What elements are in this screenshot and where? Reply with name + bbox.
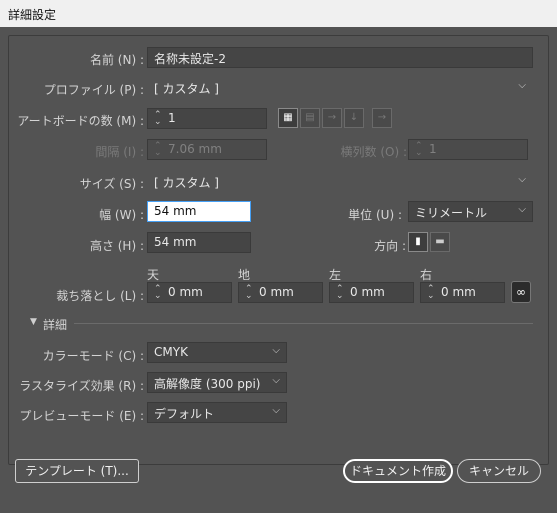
color-mode-value: CMYK [154,345,188,359]
preview-mode-value: デフォルト [154,407,215,421]
raster-effects-value: 高解像度 (300 ppi) [154,377,261,391]
artboards-field[interactable]: ⌃ ⌄ 1 [147,108,267,129]
section-divider [74,323,533,324]
templates-button[interactable]: テンプレート (T)... [15,459,139,483]
orientation-label: 方向 : [374,239,406,253]
grid-by-row-icon[interactable]: ▦ [278,108,298,128]
bleed-bottom-label: 地 [238,268,251,282]
name-label: 名前 (N) : [89,53,144,67]
spinner-arrows-icon: ⌃ ⌄ [415,140,423,158]
spinner-arrows-icon: ⌃ ⌄ [154,140,162,158]
chevron-down-icon: ⌵ [518,174,526,185]
height-field[interactable]: 54 mm [147,232,251,253]
spacing-field: ⌃ ⌄ 7.06 mm [147,139,267,160]
advanced-header[interactable]: 詳細 [43,316,67,333]
preview-mode-select[interactable]: デフォルト ⌵ [147,402,287,423]
arrange-by-column-icon[interactable]: ↓ [344,108,364,128]
profile-select[interactable]: [ カスタム ] ⌵ [147,77,533,98]
portrait-icon[interactable]: ▮ [408,232,428,252]
chevron-down-icon: ⌵ [272,375,280,386]
spacing-label: 間隔 (I) : [95,145,144,159]
create-document-button[interactable]: ドキュメント作成 [343,459,453,483]
chevron-down-icon: ⌵ [272,405,280,416]
chevron-down-icon: ⌵ [518,80,526,91]
cancel-button[interactable]: キャンセル [457,459,541,483]
window-title: 詳細設定 [0,0,557,27]
grid-by-column-icon[interactable]: ▤ [300,108,320,128]
disclosure-triangle-icon[interactable]: ▼ [30,317,37,327]
height-label: 高さ (H) : [89,239,144,253]
chevron-down-icon: ⌵ [272,345,280,356]
settings-panel: 名前 (N) : 名称未設定-2 プロファイル (P) : [ カスタム ] ⌵… [0,27,557,513]
columns-field: ⌃ ⌄ 1 [408,139,528,160]
color-mode-label: カラーモード (C) : [42,349,144,363]
artboards-label: アートボードの数 (M) : [17,114,144,128]
arrange-by-row-icon[interactable]: → [322,108,342,128]
bleed-right-field[interactable]: ⌃ ⌄ 0 mm [420,282,505,303]
size-label: サイズ (S) : [79,177,144,191]
units-select[interactable]: ミリメートル ⌵ [408,201,533,222]
bleed-left-field[interactable]: ⌃ ⌄ 0 mm [329,282,414,303]
width-field[interactable]: 54 mm [147,201,251,222]
columns-value: 1 [429,142,437,156]
name-field[interactable]: 名称未設定-2 [147,47,533,68]
profile-value: [ カスタム ] [154,82,219,96]
bleed-top-label: 天 [147,268,160,282]
raster-effects-select[interactable]: 高解像度 (300 ppi) ⌵ [147,372,287,393]
link-chain-icon[interactable]: ∞ [511,281,531,303]
landscape-icon[interactable]: ▬ [430,232,450,252]
size-select[interactable]: [ カスタム ] ⌵ [147,171,533,192]
artboards-value: 1 [168,111,176,125]
width-label: 幅 (W) : [99,208,144,222]
bleed-left-value: 0 mm [350,285,385,299]
spinner-arrows-icon[interactable]: ⌃ ⌄ [427,284,437,300]
bleed-right-label: 右 [420,268,433,282]
chevron-down-icon: ⌵ [518,204,526,215]
spinner-arrows-icon[interactable]: ⌃ ⌄ [154,284,164,300]
spacing-value: 7.06 mm [168,142,222,156]
bleed-top-field[interactable]: ⌃ ⌄ 0 mm [147,282,232,303]
size-value: [ カスタム ] [154,176,219,190]
bleed-bottom-value: 0 mm [259,285,294,299]
bleed-label: 裁ち落とし (L) : [56,289,144,303]
units-value: ミリメートル [415,206,488,220]
spinner-arrows-icon[interactable]: ⌃ ⌄ [336,284,346,300]
bleed-left-label: 左 [329,268,342,282]
units-label: 単位 (U) : [348,208,402,222]
profile-label: プロファイル (P) : [43,83,144,97]
columns-label: 横列数 (O) : [340,145,407,159]
spinner-arrows-icon[interactable]: ⌃ ⌄ [245,284,255,300]
raster-effects-label: ラスタライズ効果 (R) : [19,379,144,393]
bleed-top-value: 0 mm [168,285,203,299]
spinner-arrows-icon[interactable]: ⌃ ⌄ [154,110,164,126]
preview-mode-label: プレビューモード (E) : [19,409,144,423]
bleed-right-value: 0 mm [441,285,476,299]
bleed-bottom-field[interactable]: ⌃ ⌄ 0 mm [238,282,323,303]
right-to-left-icon[interactable]: → [372,108,392,128]
color-mode-select[interactable]: CMYK ⌵ [147,342,287,363]
